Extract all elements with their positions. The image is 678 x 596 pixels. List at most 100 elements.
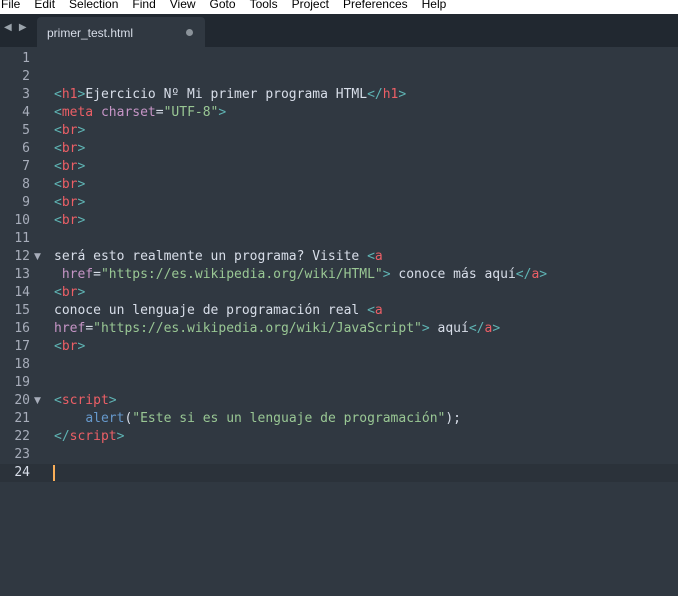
code-token: charset bbox=[100, 105, 156, 120]
code-token: < bbox=[54, 123, 62, 138]
code-line[interactable]: 2 bbox=[0, 68, 678, 86]
tab-nav-arrows-icon[interactable]: ◀ ▶ bbox=[4, 22, 29, 33]
code-line[interactable]: 6 <br> bbox=[0, 140, 678, 158]
code-token: < bbox=[54, 105, 62, 120]
tab-primer-test[interactable]: primer_test.html bbox=[37, 17, 205, 47]
code-line[interactable]: 23 bbox=[0, 446, 678, 464]
code-line[interactable]: 5 <br> bbox=[0, 122, 678, 140]
line-number: 9 bbox=[22, 195, 30, 210]
code-token: > bbox=[492, 321, 501, 336]
line-number: 8 bbox=[22, 177, 30, 192]
code-token: br bbox=[61, 285, 78, 300]
code-token: > bbox=[77, 195, 86, 210]
code-line[interactable]: 21 alert("Este si es un lenguaje de prog… bbox=[0, 410, 678, 428]
code-token: br bbox=[61, 177, 78, 192]
line-number: 14 bbox=[14, 285, 30, 300]
code-token: "https://es.wikipedia.org/wiki/HTML" bbox=[100, 267, 383, 282]
line-code: <br> bbox=[54, 338, 85, 356]
code-token: script bbox=[61, 393, 109, 408]
code-line[interactable]: 1 bbox=[0, 50, 678, 68]
code-token: </ bbox=[515, 267, 532, 282]
code-token: > bbox=[382, 267, 391, 282]
code-token: < bbox=[367, 303, 375, 318]
code-line[interactable]: 8 <br> bbox=[0, 176, 678, 194]
menu-item-preferences[interactable]: Preferences bbox=[342, 0, 408, 10]
code-token: br bbox=[61, 123, 78, 138]
line-number: 20 bbox=[14, 393, 30, 408]
code-token: > bbox=[77, 177, 86, 192]
code-token: > bbox=[77, 159, 86, 174]
tab-bar: ◀ ▶ primer_test.html bbox=[0, 14, 678, 47]
menu-item-goto[interactable]: Goto bbox=[209, 0, 236, 10]
code-token: > bbox=[116, 429, 125, 444]
code-line[interactable]: 3 <h1>Ejercicio Nº Mi primer programa HTM… bbox=[0, 86, 678, 104]
line-code: <meta charset="UTF-8"> bbox=[54, 104, 226, 122]
code-line[interactable]: 10 <br> bbox=[0, 212, 678, 230]
tab-title: primer_test.html bbox=[47, 26, 134, 40]
code-token: > bbox=[77, 285, 86, 300]
code-line[interactable]: 12 ▼ será esto realmente un programa? Visi… bbox=[0, 248, 678, 266]
line-code: <br> bbox=[54, 212, 85, 230]
code-editor[interactable]: 1 2 3 <h1>Ejercicio Nº Mi primer programa H… bbox=[0, 47, 678, 596]
menu-item-view[interactable]: View bbox=[169, 0, 196, 10]
code-line[interactable]: 18 bbox=[0, 356, 678, 374]
code-token: < bbox=[54, 177, 62, 192]
code-line[interactable]: 22 </script> bbox=[0, 428, 678, 446]
code-token: < bbox=[54, 141, 62, 156]
code-line[interactable]: 7 <br> bbox=[0, 158, 678, 176]
code-token: br bbox=[61, 339, 78, 354]
menu-item-tools[interactable]: Tools bbox=[249, 0, 278, 10]
line-number: 6 bbox=[22, 141, 30, 156]
code-token: href bbox=[54, 321, 86, 336]
code-line[interactable]: 20 ▼ <script> bbox=[0, 392, 678, 410]
code-token: = bbox=[85, 321, 94, 336]
code-line[interactable]: 11 bbox=[0, 230, 678, 248]
fold-arrow-icon[interactable]: ▼ bbox=[34, 248, 41, 266]
line-number: 22 bbox=[14, 429, 30, 444]
code-token: br bbox=[61, 195, 78, 210]
line-number: 4 bbox=[22, 105, 30, 120]
code-line[interactable]: 24 bbox=[0, 464, 678, 482]
code-token: "https://es.wikipedia.org/wiki/JavaScrip… bbox=[93, 321, 422, 336]
code-token: conoce un lenguaje de programación real bbox=[54, 303, 368, 318]
code-token: br bbox=[61, 159, 78, 174]
menu-item-edit[interactable]: Edit bbox=[33, 0, 55, 10]
code-token: href bbox=[61, 267, 94, 282]
code-token: > bbox=[77, 123, 86, 138]
menu-item-project[interactable]: Project bbox=[291, 0, 329, 10]
code-token: < bbox=[54, 195, 62, 210]
code-line[interactable]: 13 href="https://es.wikipedia.org/wiki/H… bbox=[0, 266, 678, 284]
code-line[interactable]: 17 <br> bbox=[0, 338, 678, 356]
code-token: ); bbox=[445, 411, 462, 426]
code-token: h1 bbox=[382, 87, 399, 102]
line-number: 15 bbox=[14, 303, 30, 318]
code-line[interactable]: 16 href="https://es.wikipedia.org/wiki/Ja… bbox=[0, 320, 678, 338]
code-token: </ bbox=[367, 87, 383, 102]
code-token: = bbox=[155, 105, 164, 120]
code-token: </ bbox=[54, 429, 70, 444]
code-line[interactable]: 15 conoce un lenguaje de programación rea… bbox=[0, 302, 678, 320]
line-code: <br> bbox=[54, 158, 85, 176]
code-line[interactable]: 14 <br> bbox=[0, 284, 678, 302]
code-token: > bbox=[108, 393, 117, 408]
menu-item-help[interactable]: Help bbox=[421, 0, 447, 10]
code-line[interactable]: 19 bbox=[0, 374, 678, 392]
unsaved-dot-icon[interactable] bbox=[186, 29, 193, 36]
code-token: < bbox=[54, 213, 62, 228]
menu-bar: File Edit Selection Find View Goto Tools Projec… bbox=[0, 0, 678, 14]
line-code: <br> bbox=[54, 122, 85, 140]
code-token: "Este si es un lenguaje de programación" bbox=[132, 411, 446, 426]
line-code: alert("Este si es un lenguaje de program… bbox=[54, 410, 461, 428]
line-number: 2 bbox=[22, 69, 30, 84]
text-cursor bbox=[53, 465, 55, 481]
line-code: <h1>Ejercicio Nº Mi primer programa HTML… bbox=[54, 86, 406, 104]
fold-arrow-icon[interactable]: ▼ bbox=[34, 392, 41, 410]
menu-item-find[interactable]: Find bbox=[131, 0, 155, 10]
menu-item-selection[interactable]: Selection bbox=[68, 0, 118, 10]
menu-item-file[interactable]: File bbox=[0, 0, 20, 10]
code-token: aquí bbox=[429, 321, 469, 336]
line-number: 17 bbox=[14, 339, 30, 354]
code-line[interactable]: 9 <br> bbox=[0, 194, 678, 212]
code-line[interactable]: 4 <meta charset="UTF-8"> bbox=[0, 104, 678, 122]
